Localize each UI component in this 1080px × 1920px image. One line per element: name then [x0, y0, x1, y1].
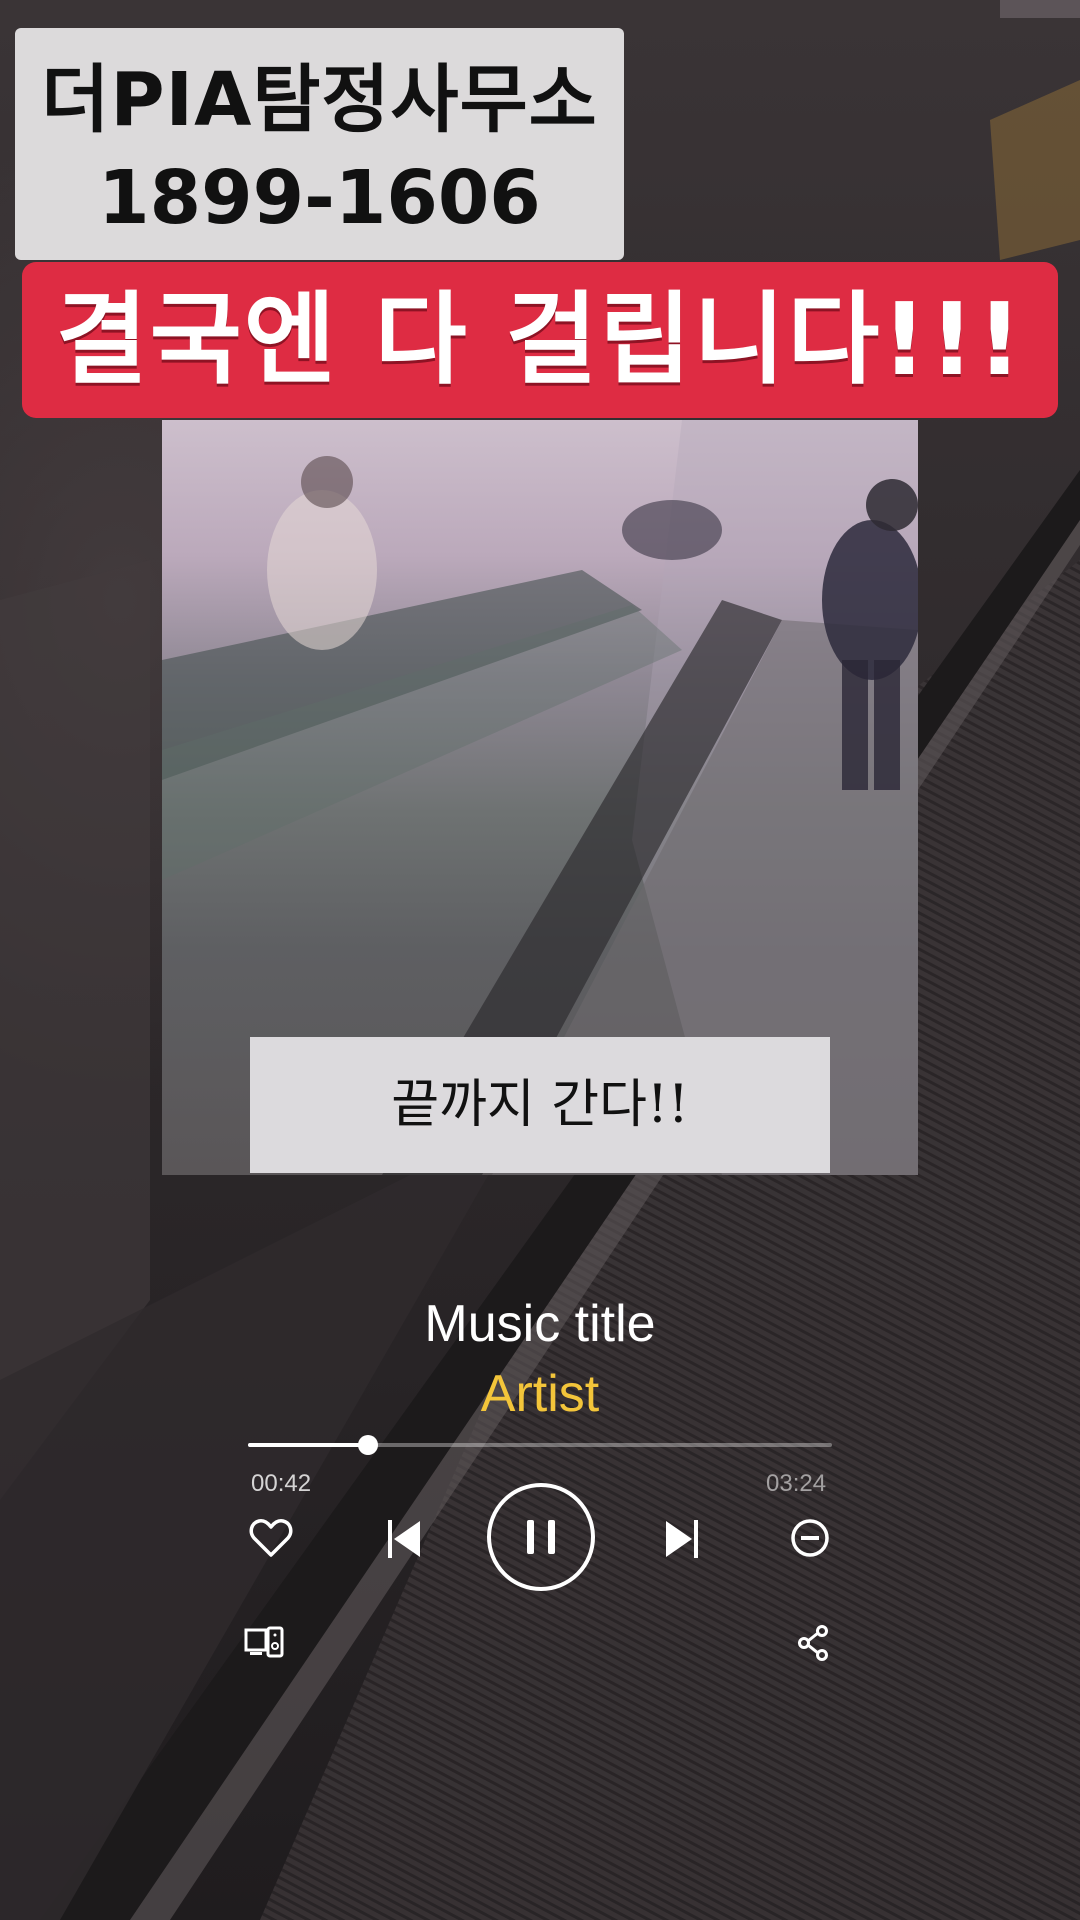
- progress-bar[interactable]: [248, 1435, 832, 1455]
- brand-banner: 더PIA탐정사무소 1899-1606: [15, 28, 624, 260]
- headline-banner: 결국엔 다 걸립니다!!!: [22, 262, 1058, 418]
- caption-text: 끝까지 간다!!: [250, 1037, 830, 1173]
- track-title: Music title: [424, 1295, 656, 1353]
- speaker-device-icon: [244, 1626, 284, 1658]
- play-pause-button[interactable]: [486, 1482, 596, 1592]
- track-artist: Artist: [480, 1365, 600, 1423]
- progress-thumb[interactable]: [357, 1435, 378, 1455]
- skip-previous-icon: [388, 1520, 420, 1558]
- next-button[interactable]: [660, 1514, 704, 1564]
- minus-circle-icon: [791, 1519, 829, 1557]
- brand-phone: 1899-1606: [98, 155, 541, 241]
- total-time: 03:24: [766, 1470, 827, 1497]
- previous-button[interactable]: [382, 1514, 426, 1564]
- device-button[interactable]: [243, 1622, 285, 1662]
- progress-fill: [248, 1443, 368, 1447]
- like-button[interactable]: [246, 1514, 296, 1562]
- current-time: 00:42: [251, 1470, 312, 1497]
- heart-icon: [249, 1519, 293, 1557]
- player-screen: 더PIA탐정사무소 1899-1606 결국엔 다 걸립니다!!! 끝까지 간다…: [0, 0, 1080, 1920]
- share-icon: [798, 1625, 828, 1661]
- pause-icon: [487, 1483, 595, 1591]
- remove-button[interactable]: [788, 1516, 832, 1560]
- skip-next-icon: [666, 1520, 698, 1558]
- brand-name: 더PIA탐정사무소: [41, 57, 598, 143]
- share-button[interactable]: [796, 1624, 830, 1662]
